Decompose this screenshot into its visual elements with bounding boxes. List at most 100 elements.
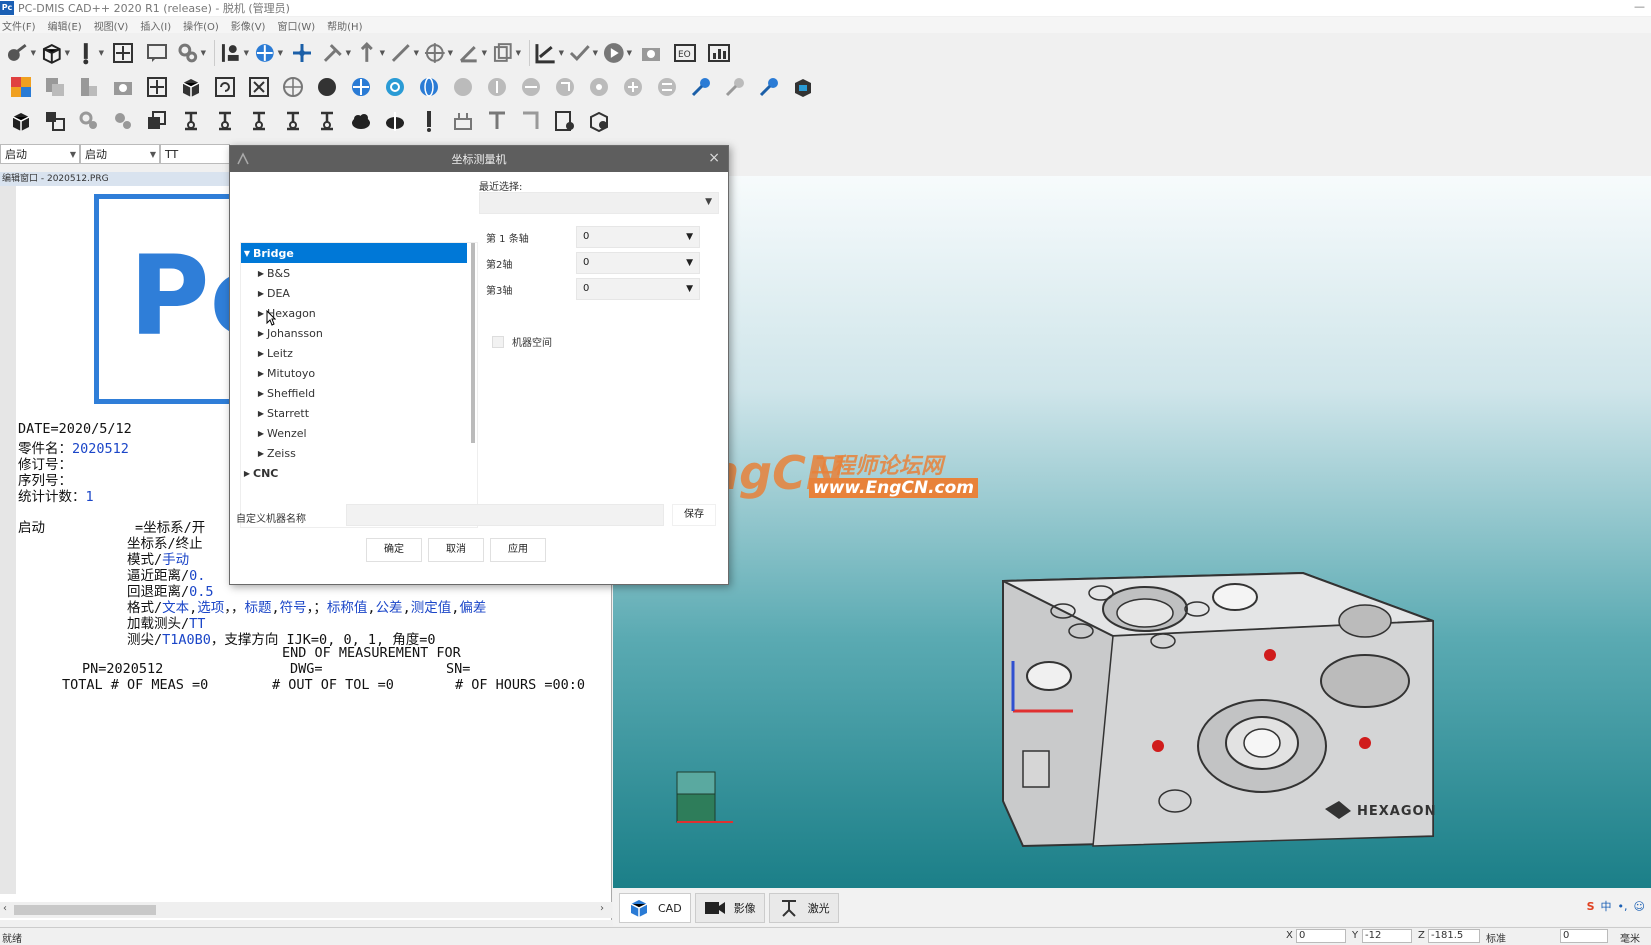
- move-button[interactable]: [108, 39, 138, 67]
- menu-help[interactable]: 帮助(H): [327, 18, 362, 33]
- recent-select[interactable]: ▼: [479, 192, 719, 214]
- solid-view-button[interactable]: [176, 73, 206, 101]
- verify-button[interactable]: ▼: [568, 39, 598, 67]
- scan-option-1[interactable]: [448, 73, 478, 101]
- expand-right-icon[interactable]: ▶: [241, 469, 253, 478]
- ime-mode-icon[interactable]: 中: [1601, 898, 1612, 914]
- camera-button[interactable]: [636, 39, 666, 67]
- machine-button[interactable]: [788, 73, 818, 101]
- tree-node-johansson[interactable]: ▶ Johansson: [241, 323, 477, 343]
- expand-right-icon[interactable]: ▶: [255, 289, 267, 298]
- dialog-title-bar[interactable]: 坐标测量机 ×: [230, 146, 728, 172]
- sphere-wire-button[interactable]: [278, 73, 308, 101]
- sogou-ime-icon[interactable]: S: [1587, 900, 1595, 913]
- cancel-button[interactable]: 取消: [428, 538, 484, 562]
- probe-mode-button[interactable]: ▼: [6, 39, 36, 67]
- pan-button[interactable]: [142, 73, 172, 101]
- construct-button[interactable]: ▼: [534, 39, 564, 67]
- start-label[interactable]: 启动: [18, 516, 45, 536]
- probe-readout-button[interactable]: ▼: [74, 39, 104, 67]
- measure-auto-button[interactable]: ▼: [253, 39, 283, 67]
- cloud-button[interactable]: [346, 107, 376, 135]
- tree-node-mitutoyo[interactable]: ▶ Mitutoyo: [241, 363, 477, 383]
- axis-3-select[interactable]: 0 ▼: [576, 278, 700, 300]
- color-palette-button[interactable]: [6, 73, 36, 101]
- minimize-button[interactable]: —: [1634, 0, 1645, 13]
- comment-button[interactable]: [142, 39, 172, 67]
- height-button[interactable]: ▼: [355, 39, 385, 67]
- tool-button[interactable]: ▼: [321, 39, 351, 67]
- probe-head-5[interactable]: [312, 107, 342, 135]
- expand-right-icon[interactable]: ▶: [255, 429, 267, 438]
- expand-right-icon[interactable]: ▶: [255, 369, 267, 378]
- close-icon[interactable]: ×: [708, 150, 720, 166]
- expand-right-icon[interactable]: ▶: [255, 329, 267, 338]
- circle-scan-button[interactable]: [380, 73, 410, 101]
- axis-2-select[interactable]: 0 ▼: [576, 252, 700, 274]
- point-auto-button[interactable]: [287, 39, 317, 67]
- scan-option-5[interactable]: [584, 73, 614, 101]
- stylus-button[interactable]: [414, 107, 444, 135]
- save-button[interactable]: 保存: [672, 504, 716, 526]
- mode-select-1[interactable]: 启动 ▼: [0, 144, 80, 164]
- scroll-thumb[interactable]: [14, 905, 156, 915]
- cloud-split-button[interactable]: [380, 107, 410, 135]
- emoji-icon[interactable]: ☺: [1634, 900, 1645, 913]
- expand-right-icon[interactable]: ▶: [255, 409, 267, 418]
- scroll-right-icon[interactable]: ›: [600, 903, 604, 914]
- globe-scan-button[interactable]: [414, 73, 444, 101]
- custom-name-input[interactable]: [346, 504, 664, 526]
- tree-node-bridge[interactable]: ▼ Bridge: [241, 243, 467, 263]
- probe-config-2-button[interactable]: [720, 73, 750, 101]
- solid-cube-button[interactable]: [6, 107, 36, 135]
- tree-node-leitz[interactable]: ▶ Leitz: [241, 343, 477, 363]
- gears-2-button[interactable]: [108, 107, 138, 135]
- scan-option-4[interactable]: [550, 73, 580, 101]
- scan-option-7[interactable]: [652, 73, 682, 101]
- mode-select-2[interactable]: 启动 ▼: [80, 144, 160, 164]
- scroll-left-icon[interactable]: ‹: [3, 903, 7, 914]
- tree-node-zeiss[interactable]: ▶ Zeiss: [241, 443, 477, 463]
- expand-right-icon[interactable]: ▶: [255, 349, 267, 358]
- copy-button[interactable]: ▼: [491, 39, 521, 67]
- apply-button[interactable]: 应用: [490, 538, 546, 562]
- tab-vision[interactable]: 影像: [694, 893, 765, 923]
- menu-vision[interactable]: 影像(V): [231, 18, 266, 33]
- tab-laser[interactable]: 激光: [768, 893, 839, 923]
- machine-space-checkbox[interactable]: [492, 335, 504, 348]
- fixture-button[interactable]: [448, 107, 478, 135]
- page-probe-button[interactable]: [550, 107, 580, 135]
- tree-node-cnc[interactable]: ▶ CNC: [241, 463, 477, 483]
- menu-insert[interactable]: 插入(I): [140, 18, 171, 33]
- stat-count-value[interactable]: 1: [86, 489, 94, 505]
- circle-button[interactable]: ▼: [423, 39, 453, 67]
- menu-edit[interactable]: 编辑(E): [48, 18, 82, 33]
- probe-config-3-button[interactable]: [754, 73, 784, 101]
- probe-config-button[interactable]: [686, 73, 716, 101]
- l-probe-button[interactable]: [516, 107, 546, 135]
- settings-gears-button[interactable]: ▼: [176, 39, 206, 67]
- sphere-solid-button[interactable]: [312, 73, 342, 101]
- chart-report-button[interactable]: [704, 39, 734, 67]
- probe-head-2[interactable]: [210, 107, 240, 135]
- execute-button[interactable]: ▼: [602, 39, 632, 67]
- rotate-button[interactable]: [210, 73, 240, 101]
- tree-node-starrett[interactable]: ▶ Starrett: [241, 403, 477, 423]
- menu-file[interactable]: 文件(F): [2, 18, 36, 33]
- machine-tree[interactable]: ▼ Bridge ▶ B&S ▶ DEA ▶ Hexagon ▶ Johansson ▶ L…: [240, 242, 478, 528]
- scan-option-3[interactable]: [516, 73, 546, 101]
- probe-head-3[interactable]: [244, 107, 274, 135]
- menu-window[interactable]: 窗口(W): [277, 18, 315, 33]
- part-button[interactable]: [74, 73, 104, 101]
- probe-head-1[interactable]: [176, 107, 206, 135]
- menu-operation[interactable]: 操作(O): [183, 18, 219, 33]
- alignment-button[interactable]: ▼: [219, 39, 249, 67]
- line-button[interactable]: ▼: [389, 39, 419, 67]
- tree-node-sheffield[interactable]: ▶ Sheffield: [241, 383, 477, 403]
- expand-down-icon[interactable]: ▼: [241, 249, 253, 258]
- tree-node-hexagon[interactable]: ▶ Hexagon: [241, 303, 477, 323]
- tree-node-wenzel[interactable]: ▶ Wenzel: [241, 423, 477, 443]
- tab-cad[interactable]: CAD: [619, 893, 691, 923]
- expand-right-icon[interactable]: ▶: [255, 269, 267, 278]
- probe-select[interactable]: TT: [160, 144, 230, 164]
